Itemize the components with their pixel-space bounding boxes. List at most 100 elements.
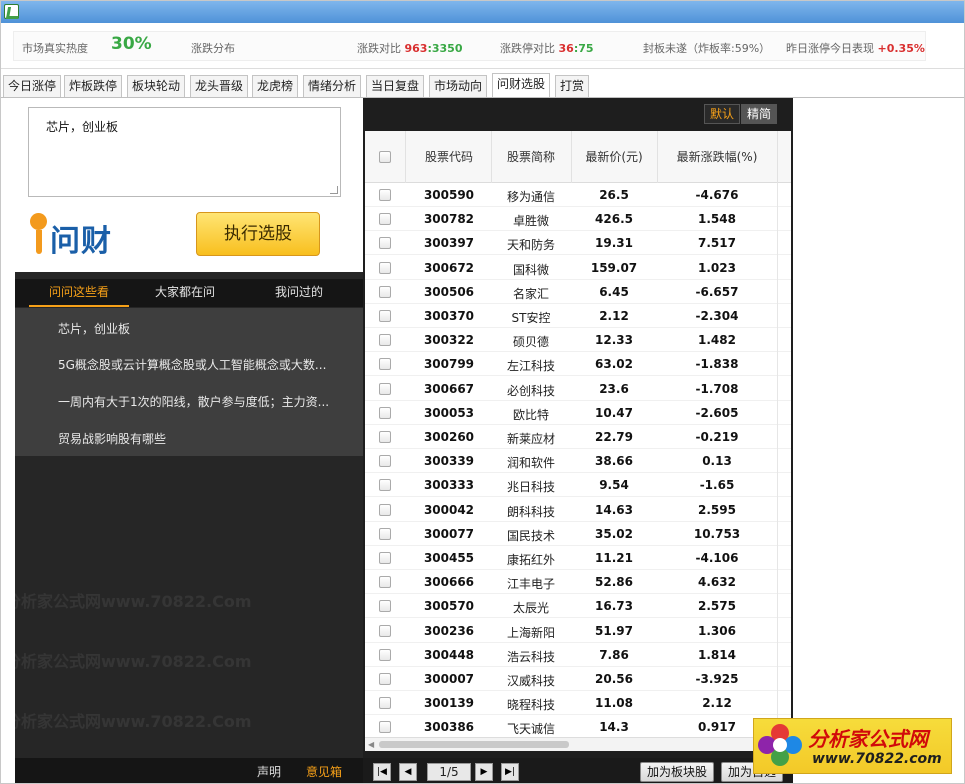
select-all-checkbox[interactable]	[379, 151, 391, 163]
stock-name[interactable]: 名家汇	[493, 285, 569, 302]
table-row[interactable]: 300455 康拓红外 11.21 -4.106	[365, 546, 791, 570]
row-checkbox[interactable]	[379, 237, 391, 250]
stock-name[interactable]: 康拓红外	[493, 551, 569, 568]
stock-name[interactable]: 上海新阳	[493, 624, 569, 641]
table-row[interactable]: 300667 必创科技 23.6 -1.708	[365, 377, 791, 401]
row-checkbox[interactable]	[379, 285, 391, 298]
stock-name[interactable]: 飞天诚信	[493, 720, 569, 737]
table-row[interactable]: 300077 国民技术 35.02 10.753	[365, 522, 791, 546]
stock-name[interactable]: 江丰电子	[493, 575, 569, 592]
tab-broken-limitdown[interactable]: 炸板跌停	[64, 75, 123, 97]
header-code[interactable]: 股票代码	[407, 148, 491, 165]
tab-daily-review[interactable]: 当日复盘	[366, 75, 425, 97]
row-checkbox[interactable]	[379, 213, 391, 226]
table-row[interactable]: 300007 汉威科技 20.56 -3.925	[365, 667, 791, 691]
stock-name[interactable]: 兆日科技	[493, 478, 569, 495]
stock-name[interactable]: 汉威科技	[493, 672, 569, 689]
stock-name[interactable]: 必创科技	[493, 382, 569, 399]
row-checkbox[interactable]	[379, 721, 391, 734]
row-checkbox[interactable]	[379, 648, 391, 661]
tab-sentiment[interactable]: 情绪分析	[303, 75, 362, 97]
default-view-button[interactable]: 默认	[703, 104, 740, 124]
row-checkbox[interactable]	[379, 576, 391, 589]
row-checkbox[interactable]	[379, 527, 391, 540]
tab-dragon-tiger[interactable]: 龙虎榜	[252, 75, 299, 97]
row-checkbox[interactable]	[379, 382, 391, 395]
tab-today-limitup[interactable]: 今日涨停	[3, 75, 62, 97]
list-item[interactable]: 芯片，创业板	[58, 320, 130, 337]
table-row[interactable]: 300260 新莱应材 22.79 -0.219	[365, 425, 791, 449]
scrollbar-thumb[interactable]	[379, 741, 569, 748]
row-checkbox[interactable]	[379, 455, 391, 468]
statement-link[interactable]: 声明	[257, 763, 281, 780]
row-checkbox[interactable]	[379, 503, 391, 516]
row-checkbox[interactable]	[379, 673, 391, 685]
next-page-icon[interactable]: ▶	[475, 763, 493, 781]
table-row[interactable]: 300799 左江科技 63.02 -1.838	[365, 352, 791, 377]
table-row[interactable]: 300448 浩云科技 7.86 1.814	[365, 643, 791, 667]
distribution-label[interactable]: 涨跌分布	[191, 40, 235, 56]
page-indicator[interactable]: 1/5	[427, 763, 471, 781]
table-row[interactable]: 300053 欧比特 10.47 -2.605	[365, 401, 791, 425]
list-item[interactable]: 5G概念股或云计算概念股或人工智能概念或大数...	[58, 356, 326, 373]
stock-name[interactable]: 欧比特	[493, 406, 569, 423]
stock-name[interactable]: 卓胜微	[493, 212, 569, 229]
table-row[interactable]: 300386 飞天诚信 14.3 0.917	[365, 715, 791, 740]
last-page-icon[interactable]: ▶|	[501, 763, 519, 781]
stock-name[interactable]: 天和防务	[493, 236, 569, 253]
header-change[interactable]: 最新涨跌幅(%)	[661, 148, 773, 165]
tab-tip[interactable]: 打赏	[555, 75, 590, 97]
tab-wencai-picker[interactable]: 问财选股	[492, 73, 551, 97]
stock-name[interactable]: 新莱应材	[493, 430, 569, 447]
list-item[interactable]: 贸易战影响股有哪些	[58, 430, 166, 447]
header-price[interactable]: 最新价(元)	[573, 148, 655, 165]
table-row[interactable]: 300236 上海新阳 51.97 1.306	[365, 619, 791, 643]
row-checkbox[interactable]	[379, 624, 391, 637]
stock-name[interactable]: 国民技术	[493, 527, 569, 544]
row-checkbox[interactable]	[379, 431, 391, 443]
table-row[interactable]: 300672 国科微 159.07 1.023	[365, 256, 791, 280]
resize-grip-icon[interactable]	[330, 186, 338, 194]
table-row[interactable]: 300333 兆日科技 9.54 -1.65	[365, 473, 791, 498]
table-row[interactable]: 300506 名家汇 6.45 -6.657	[365, 280, 791, 304]
stock-name[interactable]: 晓程科技	[493, 696, 569, 713]
stock-name[interactable]: 国科微	[493, 261, 569, 278]
horizontal-scrollbar[interactable]: ◀	[365, 737, 791, 751]
table-row[interactable]: 300042 朗科科技 14.63 2.595	[365, 498, 791, 522]
header-name[interactable]: 股票简称	[493, 148, 569, 165]
stock-name[interactable]: 移为通信	[493, 188, 569, 205]
scroll-left-icon[interactable]: ◀	[368, 740, 374, 749]
stock-name[interactable]: 左江科技	[493, 357, 569, 374]
table-row[interactable]: 300139 晓程科技 11.08 2.12	[365, 691, 791, 716]
stock-name[interactable]: 润和软件	[493, 454, 569, 471]
table-row[interactable]: 300322 硕贝德 12.33 1.482	[365, 328, 791, 353]
list-item[interactable]: 一周内有大于1次的阳线，散户参与度低；主力资...	[58, 393, 329, 410]
table-row[interactable]: 300666 江丰电子 52.86 4.632	[365, 570, 791, 595]
row-checkbox[interactable]	[379, 261, 391, 274]
row-checkbox[interactable]	[379, 189, 391, 201]
table-row[interactable]: 300570 太辰光 16.73 2.575	[365, 594, 791, 619]
feedback-link[interactable]: 意见箱	[306, 763, 342, 780]
table-row[interactable]: 300370 ST安控 2.12 -2.304	[365, 304, 791, 328]
stock-name[interactable]: 太辰光	[493, 599, 569, 616]
add-to-sector-button[interactable]: 加为板块股	[640, 762, 715, 782]
first-page-icon[interactable]: |◀	[373, 763, 391, 781]
row-checkbox[interactable]	[379, 479, 391, 492]
tab-sector-rotation[interactable]: 板块轮动	[127, 75, 186, 97]
row-checkbox[interactable]	[379, 334, 391, 347]
table-row[interactable]: 300782 卓胜微 426.5 1.548	[365, 207, 791, 232]
stock-name[interactable]: 朗科科技	[493, 503, 569, 520]
row-checkbox[interactable]	[379, 358, 391, 371]
run-selection-button[interactable]: 执行选股	[196, 212, 320, 256]
row-checkbox[interactable]	[379, 600, 391, 613]
table-row[interactable]: 300590 移为通信 26.5 -4.676	[365, 183, 791, 207]
row-checkbox[interactable]	[379, 406, 391, 419]
stock-name[interactable]: 硕贝德	[493, 333, 569, 350]
query-input[interactable]: 芯片，创业板	[28, 107, 341, 197]
table-row[interactable]: 300339 润和软件 38.66 0.13	[365, 449, 791, 474]
tab-market-trend[interactable]: 市场动向	[429, 75, 488, 97]
table-row[interactable]: 300397 天和防务 19.31 7.517	[365, 231, 791, 256]
tab-popular[interactable]: 大家都在问	[135, 279, 235, 307]
row-checkbox[interactable]	[379, 310, 391, 322]
compact-view-button[interactable]: 精简	[740, 104, 777, 124]
